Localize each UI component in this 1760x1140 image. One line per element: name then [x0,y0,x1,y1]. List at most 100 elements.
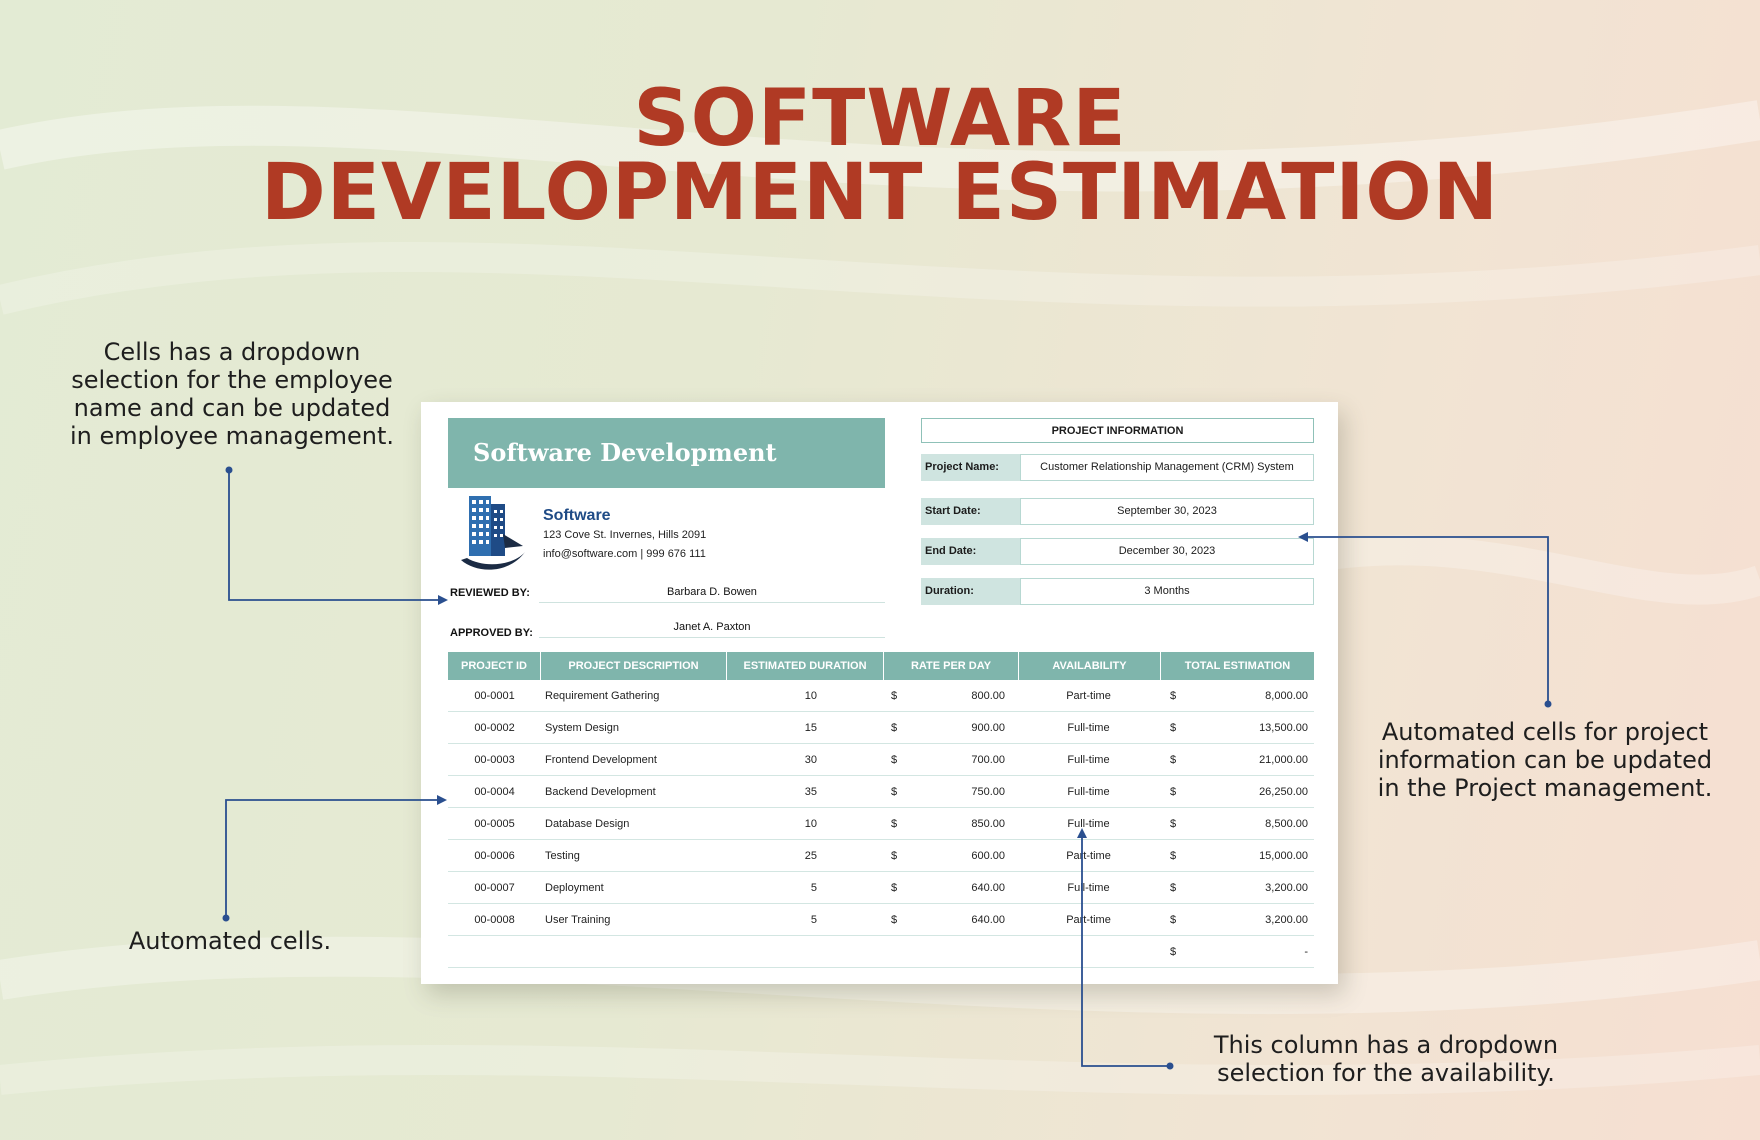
project-id-cell: 00-0004 [474,786,515,798]
description-cell: Backend Development [545,786,656,798]
total-currency: $ [1170,818,1177,830]
project-info-title: PROJECT INFORMATION [921,418,1314,443]
rate-cell: 640.00 [971,914,1005,926]
total-currency: $ [1170,946,1177,958]
connector-employee [228,470,448,605]
availability-dropdown[interactable]: Full-time [1019,776,1158,808]
project-id-cell: 00-0002 [474,722,515,734]
rate-currency: $ [891,850,898,862]
approved-by-field[interactable]: Janet A. Paxton [539,617,885,638]
header-total-estimation: TOTAL ESTIMATION [1184,660,1291,672]
header-estimated-duration: ESTIMATED DURATION [727,652,884,680]
duration-cell: 10 [804,690,817,702]
rate-currency: $ [891,914,898,926]
rate-currency: $ [891,786,898,798]
rate-cell: 640.00 [971,882,1005,894]
note-availability-dropdown: This column has a dropdown selection for… [1213,1031,1559,1087]
project-id-cell: 00-0001 [474,690,515,702]
building-logo-icon [461,496,525,570]
rate-cell: 900.00 [971,722,1005,734]
note-automated-cells: Automated cells. [128,927,332,955]
reviewed-by-label: REVIEWED BY: [450,587,530,599]
total-currency: $ [1170,850,1177,862]
grand-total-cell: - [1304,946,1308,958]
table-row: 00-0003 Frontend Development 30 $ 700.00… [448,744,1314,776]
end-date-row: End Date: December 30, 2023 [921,538,1314,565]
total-cell: 3,200.00 [1265,914,1308,926]
total-cell: 8,000.00 [1265,690,1308,702]
table-total-row: $ - [448,936,1314,968]
connector-automated [225,795,447,918]
description-cell: Database Design [545,818,630,830]
project-id-cell: 00-0006 [474,850,515,862]
page-title-line-1: SOFTWARE [633,74,1127,164]
availability-dropdown[interactable]: Full-time [1019,712,1158,744]
project-id-cell: 00-0005 [474,818,515,830]
project-name-row: Project Name: Customer Relationship Mana… [921,454,1314,481]
project-name-label: Project Name: [921,454,1020,481]
total-cell: 26,250.00 [1259,786,1308,798]
project-name-value[interactable]: Customer Relationship Management (CRM) S… [1020,454,1314,481]
table-row: 00-0001 Requirement Gathering 10 $ 800.0… [448,680,1314,712]
description-cell: Requirement Gathering [545,690,660,702]
duration-row: Duration: 3 Months [921,578,1314,605]
total-cell: 3,200.00 [1265,882,1308,894]
project-id-cell: 00-0007 [474,882,515,894]
connector-dot [1166,1062,1174,1070]
table-row: 00-0006 Testing 25 $ 600.00 Part-time $ … [448,840,1314,872]
total-currency: $ [1170,690,1177,702]
project-id-cell: 00-0008 [474,914,515,926]
rate-currency: $ [891,818,898,830]
total-cell: 15,000.00 [1259,850,1308,862]
description-cell: Frontend Development [545,754,657,766]
rate-cell: 850.00 [971,818,1005,830]
end-date-label: End Date: [921,538,1020,565]
connector-dot [225,466,233,474]
duration-cell: 30 [804,754,817,766]
start-date-label: Start Date: [921,498,1020,525]
start-date-value[interactable]: September 30, 2023 [1020,498,1314,525]
rate-cell: 750.00 [971,786,1005,798]
table-row: 00-0004 Backend Development 35 $ 750.00 … [448,776,1314,808]
description-cell: System Design [545,722,619,734]
availability-dropdown[interactable]: Full-time [1019,872,1158,904]
table-row: 00-0002 System Design 15 $ 900.00 Full-t… [448,712,1314,744]
availability-dropdown[interactable]: Part-time [1019,904,1158,936]
table-row: 00-0005 Database Design 10 $ 850.00 Full… [448,808,1314,840]
duration-label: Duration: [921,578,1020,605]
company-info: Software 123 Cove St. Invernes, Hills 20… [543,506,706,564]
availability-dropdown[interactable]: Part-time [1019,680,1158,712]
sheet-title: Software Development Estimation [448,418,885,537]
table-header: PROJECT ID PROJECT DESCRIPTION ESTIMATED… [448,652,1314,680]
end-date-value[interactable]: December 30, 2023 [1020,538,1314,565]
total-currency: $ [1170,914,1177,926]
company-address: 123 Cove St. Invernes, Hills 2091 [543,529,707,541]
header-availability: AVAILABILITY [1019,652,1161,680]
duration-cell: 10 [804,818,817,830]
total-cell: 21,000.00 [1259,754,1308,766]
availability-dropdown[interactable]: Full-time [1019,808,1158,840]
description-cell: Deployment [545,882,604,894]
total-cell: 8,500.00 [1265,818,1308,830]
project-id-cell: 00-0003 [474,754,515,766]
header-project-description: PROJECT DESCRIPTION [541,652,727,680]
rate-cell: 700.00 [971,754,1005,766]
availability-dropdown[interactable]: Part-time [1019,840,1158,872]
table-row: 00-0008 User Training 5 $ 640.00 Part-ti… [448,904,1314,936]
total-currency: $ [1170,882,1177,894]
rate-currency: $ [891,722,898,734]
reviewed-by-field[interactable]: Barbara D. Bowen [539,582,885,603]
duration-cell: 5 [810,882,817,894]
start-date-row: Start Date: September 30, 2023 [921,498,1314,525]
company-contact: info@software.com | 999 676 111 [543,548,706,560]
table-row: 00-0007 Deployment 5 $ 640.00 Full-time … [448,872,1314,904]
rate-currency: $ [891,690,898,702]
connector-dot [222,914,230,922]
note-project-info: Automated cells for project information … [1377,718,1713,802]
description-cell: User Training [545,914,611,926]
header-rate-per-day: RATE PER DAY [884,652,1019,680]
availability-dropdown[interactable]: Full-time [1019,744,1158,776]
note-employee-dropdown: Cells has a dropdown selection for the e… [70,338,394,450]
duration-cell: 25 [804,850,817,862]
duration-value[interactable]: 3 Months [1020,578,1314,605]
